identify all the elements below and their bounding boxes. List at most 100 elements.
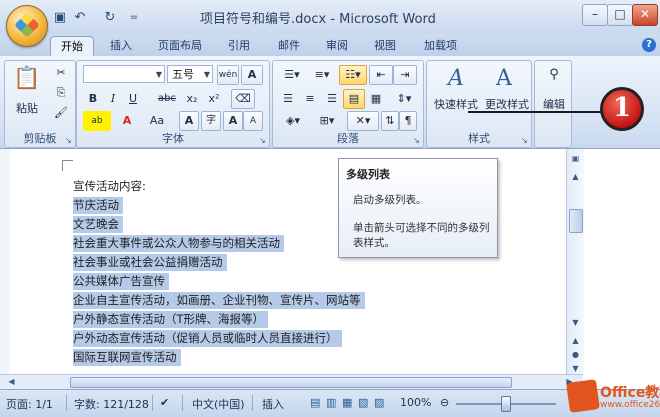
list-item[interactable]: 企业自主宣传活动，如画册、企业刊物、宣传片、网站等 xyxy=(73,292,365,309)
document-heading[interactable]: 宣传活动内容: xyxy=(73,178,146,195)
distributed-icon[interactable]: ▦ xyxy=(365,89,387,109)
font-size-combobox[interactable]: 五号 ▼ xyxy=(167,65,213,83)
maximize-button[interactable]: □ xyxy=(607,4,633,26)
cut-icon[interactable]: ✂ xyxy=(51,63,71,83)
help-icon[interactable]: ? xyxy=(642,38,656,52)
status-page[interactable]: 页面: 1/1 xyxy=(6,396,53,412)
font-launcher-icon[interactable]: ↘ xyxy=(259,137,267,145)
copy-icon[interactable]: ⎘ xyxy=(51,83,71,103)
tab-review[interactable]: 审阅 xyxy=(316,36,358,56)
undo-icon[interactable]: ↶ xyxy=(72,10,88,26)
format-painter-icon[interactable]: 🖌 xyxy=(51,103,71,123)
sort-icon[interactable]: ⇅ xyxy=(381,111,399,131)
tab-add-ins[interactable]: 加载项 xyxy=(414,36,467,56)
close-button[interactable]: ✕ xyxy=(632,4,658,26)
decrease-indent-icon[interactable]: ⇤ xyxy=(369,65,393,85)
binoculars-icon[interactable]: ⚲ xyxy=(539,65,569,85)
tab-references[interactable]: 引用 xyxy=(218,36,260,56)
line-spacing-icon[interactable]: ⇕▾ xyxy=(389,89,419,109)
status-word-count[interactable]: 字数: 121/128 xyxy=(74,396,149,412)
grow-font-button[interactable]: A xyxy=(223,111,243,131)
align-left-icon[interactable]: ☰ xyxy=(277,89,299,109)
browse-object-icon[interactable]: ● xyxy=(568,347,583,362)
font-size-value: 五号 xyxy=(172,68,194,81)
scroll-left-icon[interactable]: ◀ xyxy=(4,375,19,388)
list-item[interactable]: 户外动态宣传活动（促销人员或临时人员直接进行） xyxy=(73,330,342,347)
align-center-icon[interactable]: ≡ xyxy=(299,89,321,109)
bullets-icon[interactable]: ☰▾ xyxy=(277,65,307,85)
tab-home[interactable]: 开始 xyxy=(50,36,94,57)
list-item[interactable]: 节庆活动 xyxy=(73,197,123,214)
tab-view[interactable]: 视图 xyxy=(364,36,406,56)
zoom-slider-thumb[interactable] xyxy=(501,396,511,412)
justify-icon[interactable]: ▤ xyxy=(343,89,365,109)
char-border-button[interactable]: A xyxy=(241,65,263,85)
list-item[interactable]: 公共媒体广告宣传 xyxy=(73,273,169,290)
font-name-combobox[interactable]: ▼ xyxy=(83,65,165,83)
horizontal-scrollbar[interactable]: ◀ ▶ xyxy=(0,374,583,389)
tab-page-layout[interactable]: 页面布局 xyxy=(148,36,212,56)
redo-icon[interactable]: ↻ xyxy=(102,10,118,26)
office-button[interactable] xyxy=(6,5,48,47)
char-shading-button[interactable]: A xyxy=(179,111,199,131)
zoom-out-icon[interactable]: ⊖ xyxy=(440,396,449,409)
status-insert-mode[interactable]: 插入 xyxy=(262,396,284,412)
minimize-button[interactable]: – xyxy=(582,4,608,26)
paragraph-launcher-icon[interactable]: ↘ xyxy=(413,137,421,145)
align-right-icon[interactable]: ☰ xyxy=(321,89,343,109)
draft-view-icon[interactable]: ▨ xyxy=(374,396,384,409)
paste-icon[interactable]: 📋 xyxy=(11,63,43,103)
zoom-level[interactable]: 100% xyxy=(400,396,431,409)
proofing-icon[interactable]: ✔ xyxy=(160,396,169,409)
status-divider xyxy=(152,395,153,411)
shading-icon[interactable]: ◈▾ xyxy=(277,111,309,131)
list-item[interactable]: 户外静态宣传活动（T形牌、海报等） xyxy=(73,311,269,328)
print-layout-icon[interactable]: ▤ xyxy=(310,396,320,409)
underline-button[interactable]: U xyxy=(123,89,143,109)
show-marks-icon[interactable]: ¶ xyxy=(399,111,417,131)
list-item[interactable]: 社会事业或社会公益捐赠活动 xyxy=(73,254,227,271)
clear-formatting-icon[interactable]: ⌫ xyxy=(231,89,255,109)
change-styles-icon[interactable]: A xyxy=(483,63,525,95)
strikethrough-button[interactable]: abc xyxy=(153,89,181,109)
asian-layout-icon[interactable]: ✕▾ xyxy=(347,111,379,131)
enclose-char-button[interactable]: 字 xyxy=(201,111,221,131)
phonetic-guide-button[interactable]: wén xyxy=(217,65,239,85)
multilevel-list-icon[interactable]: ☷▾ xyxy=(339,65,367,85)
styles-launcher-icon[interactable]: ↘ xyxy=(521,137,529,145)
shrink-font-button[interactable]: A xyxy=(243,111,263,131)
tab-insert[interactable]: 插入 xyxy=(100,36,142,56)
save-icon[interactable]: ▣ xyxy=(52,10,68,26)
web-layout-icon[interactable]: ▦ xyxy=(342,396,352,409)
italic-button[interactable]: I xyxy=(103,89,123,109)
ruler-toggle-icon[interactable]: ▣ xyxy=(568,151,583,166)
scroll-down-icon[interactable]: ▼ xyxy=(568,315,583,330)
scroll-thumb[interactable] xyxy=(569,209,583,233)
subscript-button[interactable]: x₂ xyxy=(181,89,203,109)
list-item[interactable]: 社会重大事件或公众人物参与的相关活动 xyxy=(73,235,284,252)
clipboard-launcher-icon[interactable]: ↘ xyxy=(65,137,73,145)
previous-page-icon[interactable]: ▲ xyxy=(568,333,583,348)
horizontal-scroll-thumb[interactable] xyxy=(70,377,512,388)
full-screen-reading-icon[interactable]: ▥ xyxy=(326,396,336,409)
vertical-scrollbar[interactable]: ▣ ▲ ▼ ▲ ● ▼ xyxy=(566,149,584,374)
quick-styles-icon[interactable]: A xyxy=(435,63,477,95)
watermark-logo-icon xyxy=(566,379,600,413)
list-item[interactable]: 文艺晚会 xyxy=(73,216,123,233)
outline-view-icon[interactable]: ▧ xyxy=(358,396,368,409)
tab-mailings[interactable]: 邮件 xyxy=(268,36,310,56)
qat-customize-icon[interactable]: = xyxy=(126,10,142,26)
numbering-icon[interactable]: ≡▾ xyxy=(307,65,337,85)
highlight-button[interactable]: ab xyxy=(83,111,111,131)
scroll-up-icon[interactable]: ▲ xyxy=(568,169,583,184)
borders-icon[interactable]: ⊞▾ xyxy=(311,111,343,131)
tooltip-description: 启动多级列表。 xyxy=(353,194,427,206)
status-language[interactable]: 中文(中国) xyxy=(192,396,245,412)
bold-button[interactable]: B xyxy=(83,89,103,109)
change-case-button[interactable]: Aa xyxy=(143,111,171,131)
font-color-button[interactable]: A xyxy=(117,111,137,131)
superscript-button[interactable]: x² xyxy=(203,89,225,109)
increase-indent-icon[interactable]: ⇥ xyxy=(393,65,417,85)
paste-button[interactable]: 粘贴 xyxy=(11,99,43,119)
list-item[interactable]: 国际互联网宣传活动 xyxy=(73,349,181,366)
